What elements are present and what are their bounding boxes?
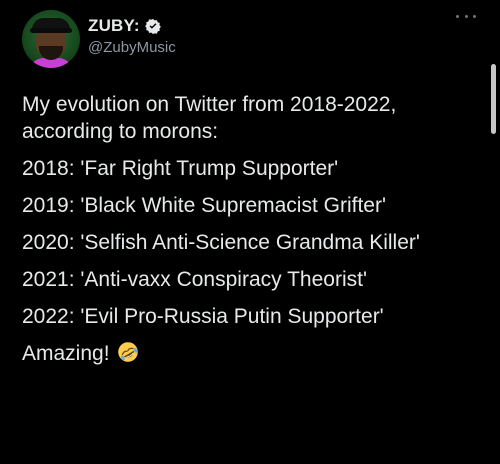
tweet-closing-line: Amazing! xyxy=(22,340,482,367)
tweet-line: 2022: 'Evil Pro-Russia Putin Supporter' xyxy=(22,305,384,328)
author-display-name[interactable]: ZUBY: xyxy=(88,16,140,36)
tweet-line: 2021: 'Anti-vaxx Conspiracy Theorist' xyxy=(22,268,367,291)
tweet-text: My evolution on Twitter from 2018-2022, … xyxy=(22,91,482,377)
tweet-closing-text: Amazing! xyxy=(22,342,110,365)
tweet-line: My evolution on Twitter from 2018-2022, … xyxy=(22,93,397,143)
author-handle[interactable]: @ZubyMusic xyxy=(88,39,176,56)
rofl-emoji-icon xyxy=(118,342,139,362)
tweet-line: 2018: 'Far Right Trump Supporter' xyxy=(22,157,339,180)
tweet-line: 2019: 'Black White Supremacist Grifter' xyxy=(22,194,386,217)
verified-badge-icon xyxy=(144,19,161,34)
author-name-row[interactable]: ZUBY: xyxy=(88,16,161,36)
more-options-icon[interactable] xyxy=(456,12,476,20)
tweet-header: ZUBY: @ZubyMusic xyxy=(22,10,500,70)
avatar[interactable] xyxy=(22,10,80,68)
avatar-cap-brim xyxy=(30,28,72,33)
scrollbar[interactable] xyxy=(491,64,496,134)
tweet-screenshot: ZUBY: @ZubyMusic My evolution on Twitter… xyxy=(0,0,500,464)
tweet-line: 2020: 'Selfish Anti-Science Grandma Kill… xyxy=(22,231,420,254)
